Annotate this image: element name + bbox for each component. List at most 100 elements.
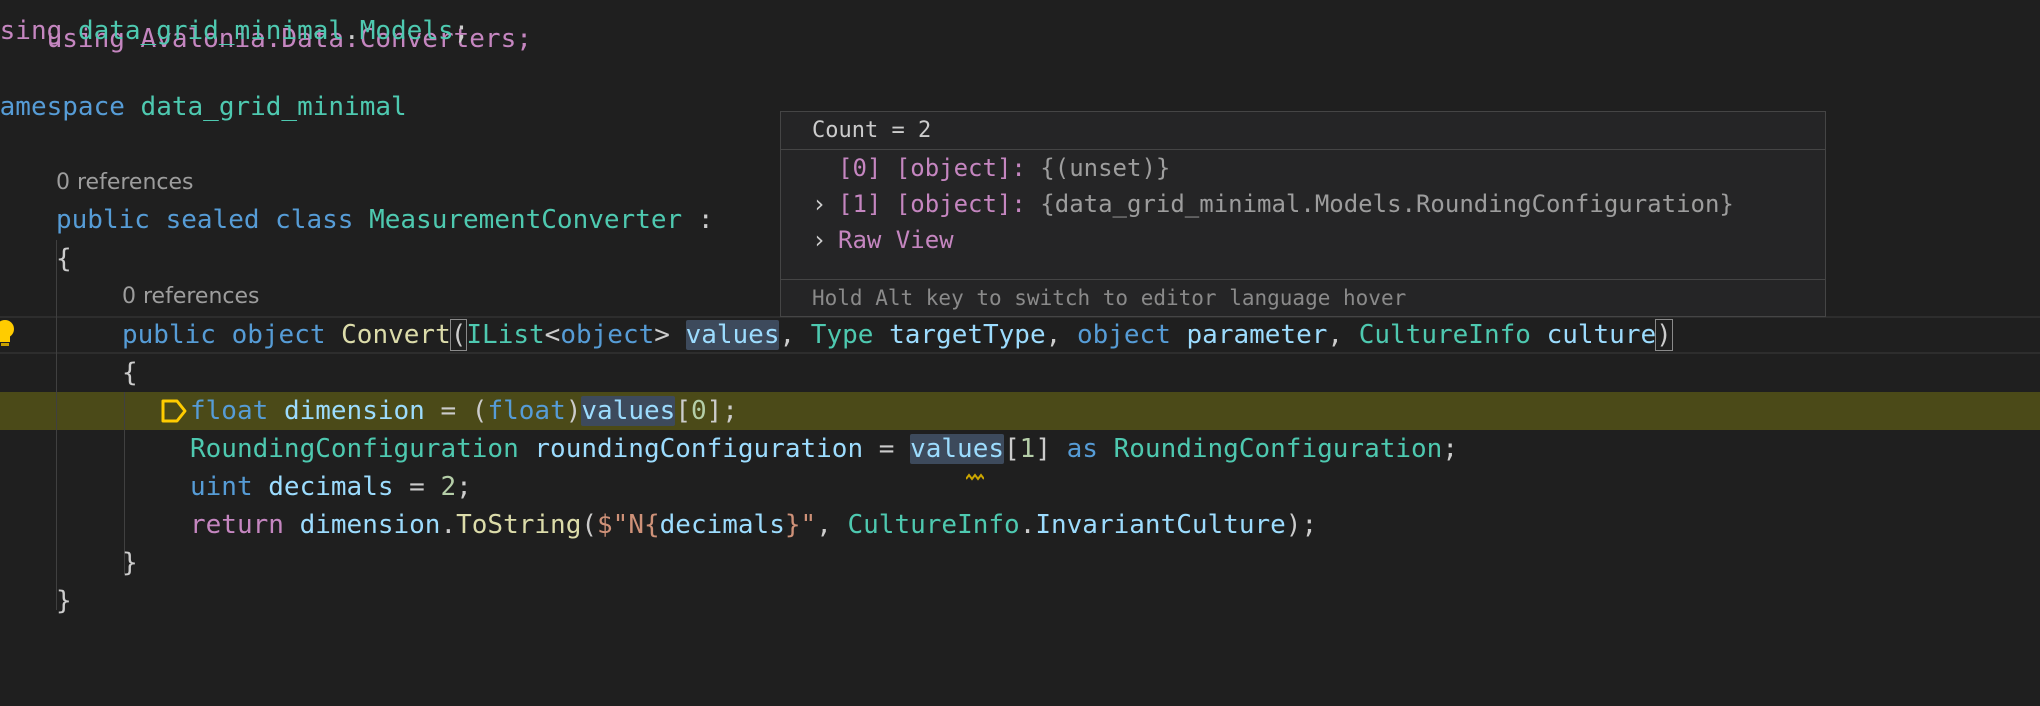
keyword-uint: uint	[190, 472, 253, 502]
class-name: MeasurementConverter	[369, 205, 683, 235]
method-name: ToString	[456, 510, 582, 540]
number-literal: 1	[1019, 434, 1036, 464]
class-references-lens[interactable]: 0 references	[56, 168, 194, 198]
hover-item-value: {data_grid_minimal.Models.RoundingConfig…	[1040, 190, 1734, 218]
string-literal: $"N{	[597, 510, 660, 540]
breakpoint-arrow-icon	[160, 398, 188, 424]
hover-item-value: {(unset)}	[1040, 154, 1171, 182]
code-line[interactable]: {	[122, 354, 138, 392]
namespace-name: Models	[359, 16, 454, 46]
punct: <	[544, 320, 561, 350]
string-literal: }"	[784, 510, 817, 540]
keyword-public: public	[122, 320, 216, 350]
code-line[interactable]: namespace data_grid_minimal	[0, 88, 407, 126]
punct: =	[863, 434, 911, 464]
brace: {	[122, 358, 138, 388]
debug-hover-popup[interactable]: Count = 2 [0] [object]: {(unset)} › [1] […	[780, 111, 1826, 317]
keyword-using: using	[0, 16, 63, 46]
warning-squiggle	[965, 458, 985, 481]
code-line[interactable]: return dimension.ToString($"N{decimals}"…	[190, 506, 1317, 544]
paren-match: )	[1655, 319, 1673, 351]
type-name: RoundingConfiguration	[190, 434, 519, 464]
namespace-name: data_grid_minimal	[77, 16, 345, 46]
property-name: InvariantCulture	[1035, 510, 1286, 540]
lightbulb-icon[interactable]	[0, 318, 16, 348]
punct: [	[675, 396, 691, 426]
code-line[interactable]: public sealed class MeasurementConverter…	[56, 201, 713, 239]
values-reference-hovered[interactable]: values	[910, 434, 1005, 464]
punct: ,	[1045, 320, 1077, 350]
hover-item-1[interactable]: › [1] [object]: {data_grid_minimal.Models…	[812, 186, 1734, 222]
punct: ,	[779, 320, 811, 350]
code-line[interactable]: uint decimals = 2;	[190, 468, 472, 506]
code-editor[interactable]: using Avalonia.Data.Converters; using da…	[0, 0, 2040, 706]
type-name: IList	[466, 320, 545, 350]
punct: = (	[424, 396, 488, 426]
punct: :	[682, 205, 714, 235]
punct: ,	[816, 510, 848, 540]
number-literal: 2	[440, 472, 457, 502]
number-literal: 0	[690, 396, 707, 426]
chevron-right-icon[interactable]: ›	[812, 222, 838, 258]
punct: .	[440, 510, 457, 540]
punct: .	[344, 16, 360, 46]
punct: ]	[1035, 434, 1067, 464]
type-name: RoundingConfiguration	[1113, 434, 1443, 464]
keyword-as: as	[1066, 434, 1098, 464]
keyword-return: return	[190, 510, 284, 540]
method-references-lens[interactable]: 0 references	[122, 282, 260, 312]
param-name: culture	[1546, 320, 1657, 350]
chevron-right-icon[interactable]: ›	[812, 186, 838, 222]
type-name: Type	[810, 320, 874, 350]
brace: }	[56, 586, 72, 616]
keyword-float: float	[487, 396, 566, 426]
param-values-highlighted[interactable]: values	[685, 320, 780, 350]
variable-name: roundingConfiguration	[534, 434, 864, 464]
keyword-object: object	[231, 320, 326, 350]
keyword-object: object	[560, 320, 655, 350]
code-line[interactable]: public object Convert(IList<object> valu…	[122, 316, 1673, 354]
punct: ;	[456, 472, 472, 502]
variable-name: dimension	[299, 510, 441, 540]
method-name: Convert	[341, 320, 451, 350]
code-line-current[interactable]: float dimension = (float)values[0];	[190, 392, 738, 430]
namespace-name: data_grid_minimal	[140, 92, 407, 122]
code-line[interactable]: }	[122, 544, 138, 582]
punct: =	[393, 472, 441, 502]
hover-item-name: Raw View	[838, 226, 954, 254]
variable-name: dimension	[283, 396, 425, 426]
punct: [	[1004, 434, 1020, 464]
hover-item-raw-view[interactable]: › Raw View	[812, 222, 954, 258]
variable-name: decimals	[659, 510, 785, 540]
hover-footer-hint: Hold Alt key to switch to editor languag…	[781, 279, 1825, 317]
paren-match: (	[449, 319, 468, 351]
code-line[interactable]: RoundingConfiguration roundingConfigurat…	[190, 430, 1458, 468]
code-line[interactable]: using data_grid_minimal.Models;	[0, 12, 469, 50]
keyword-namespace: namespace	[0, 92, 125, 122]
indent-guide	[56, 240, 57, 610]
type-name: CultureInfo	[1358, 320, 1531, 350]
punct: )	[565, 396, 582, 426]
brace: }	[0, 624, 2, 654]
param-name: targetType	[889, 320, 1046, 350]
variable-name: decimals	[268, 472, 394, 502]
param-name: parameter	[1186, 320, 1328, 350]
punct: >	[654, 320, 686, 350]
keyword-float: float	[190, 396, 269, 426]
punct: ;	[1442, 434, 1458, 464]
hover-header: Count = 2	[781, 112, 1825, 150]
hover-item-0[interactable]: [0] [object]: {(unset)}	[812, 150, 1170, 186]
keyword-sealed: sealed	[165, 205, 260, 235]
code-line[interactable]: {	[56, 240, 72, 278]
keyword-object: object	[1076, 320, 1171, 350]
punct: ,	[1327, 320, 1359, 350]
punct: ;	[453, 16, 470, 46]
code-line[interactable]: }	[0, 620, 2, 658]
hover-item-name: [1] [object]:	[838, 190, 1026, 218]
keyword-public: public	[56, 205, 150, 235]
punct: ];	[706, 396, 738, 426]
code-line[interactable]: }	[56, 582, 72, 620]
type-name: CultureInfo	[847, 510, 1020, 540]
hover-item-name: [0] [object]:	[838, 154, 1026, 182]
values-reference-highlighted[interactable]: values	[581, 396, 676, 426]
